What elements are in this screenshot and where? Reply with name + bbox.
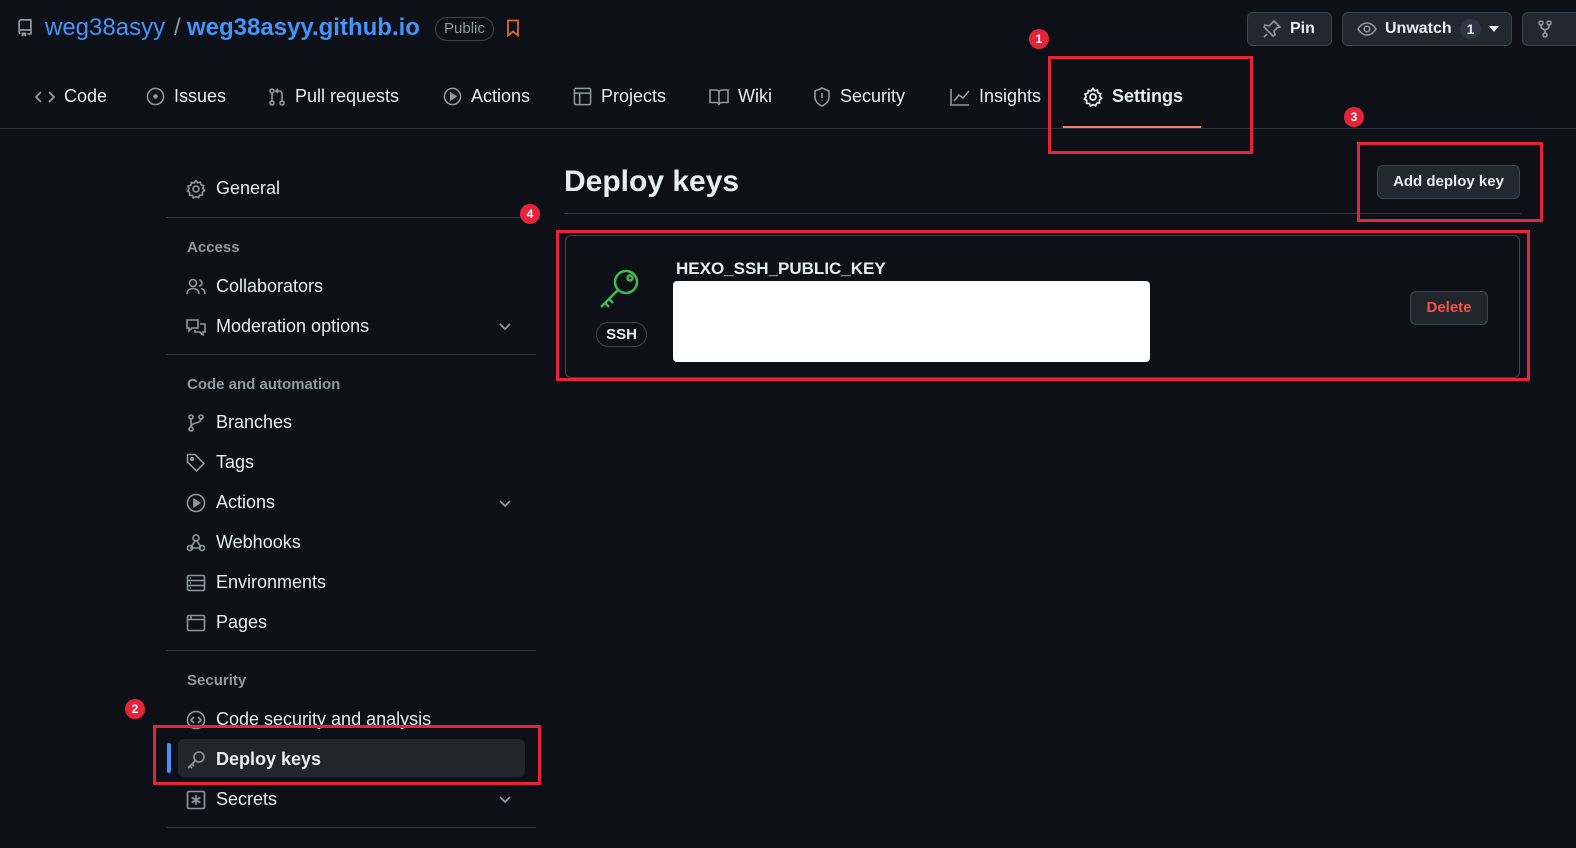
pull-request-icon <box>268 87 286 107</box>
sidebar-item-tags[interactable]: Tags <box>186 452 254 473</box>
sidebar-item-label: Actions <box>216 492 276 512</box>
comment-discussion-icon <box>186 318 206 336</box>
visibility-badge: Public <box>435 17 494 41</box>
pin-label: Pin <box>1290 20 1315 37</box>
unwatch-label: Unwatch <box>1385 20 1452 37</box>
annotation-marker-1: 1 <box>1029 29 1049 49</box>
sidebar-item-collaborators[interactable]: Collaborators <box>186 276 323 297</box>
eye-icon <box>1357 21 1377 37</box>
asterisk-icon <box>186 790 206 810</box>
tab-label: Insights <box>979 86 1042 106</box>
git-branch-icon <box>186 413 206 433</box>
tab-projects[interactable]: Projects <box>573 86 666 107</box>
sidebar-divider <box>166 217 536 218</box>
chevron-down-icon[interactable] <box>497 791 513 807</box>
sidebar-item-environments[interactable]: Environments <box>186 572 326 593</box>
sidebar-item-label: Environments <box>216 572 327 592</box>
sidebar-item-label: Branches <box>216 412 293 432</box>
sidebar-item-label: Secrets <box>216 789 278 809</box>
annotation-marker-2: 2 <box>125 699 145 719</box>
code-icon <box>35 89 55 105</box>
highlight-deploy-keys-item <box>153 725 541 785</box>
page-title: Deploy keys <box>564 165 740 198</box>
highlight-settings-tab <box>1048 56 1253 154</box>
annotation-marker-4: 4 <box>520 204 540 224</box>
play-icon <box>443 87 462 106</box>
repo-path-separator: / <box>174 14 181 41</box>
sidebar-item-label: Pages <box>216 612 268 632</box>
browser-icon <box>186 614 206 632</box>
server-icon <box>186 574 206 592</box>
sidebar-item-webhooks[interactable]: Webhooks <box>186 532 301 553</box>
book-icon <box>709 88 729 106</box>
sidebar-item-label: Webhooks <box>216 532 301 552</box>
tab-insights[interactable]: Insights <box>950 86 1041 107</box>
highlight-key-card <box>556 230 1530 381</box>
chevron-down-icon[interactable] <box>497 495 513 511</box>
sidebar-item-label: General <box>216 178 281 198</box>
sidebar-divider <box>166 354 536 355</box>
webhook-icon <box>186 533 206 553</box>
tab-label: Security <box>840 86 906 106</box>
sidebar-item-label: Moderation options <box>216 316 370 336</box>
highlight-add-key-button <box>1357 142 1543 222</box>
repo-icon <box>16 18 34 38</box>
tab-label: Projects <box>601 86 667 106</box>
sidebar-item-general[interactable]: General <box>186 178 280 199</box>
sidebar-item-label: Collaborators <box>216 276 324 296</box>
sidebar-item-moderation-options[interactable]: Moderation options <box>186 316 369 337</box>
triangle-down-icon <box>1489 26 1500 32</box>
tab-label: Pull requests <box>295 86 400 106</box>
play-icon <box>186 493 206 513</box>
graph-icon <box>950 88 970 106</box>
tab-label: Actions <box>471 86 531 106</box>
repo-owner-link[interactable]: weg38asyy <box>45 14 165 42</box>
bookmark-icon <box>506 19 520 37</box>
tab-pull-requests[interactable]: Pull requests <box>268 86 399 107</box>
sidebar-heading-code-automation: Code and automation <box>187 376 341 393</box>
pin-button[interactable]: Pin <box>1247 12 1332 46</box>
sidebar-item-branches[interactable]: Branches <box>186 412 292 433</box>
tab-label: Issues <box>174 86 227 106</box>
sidebar-divider <box>166 827 536 828</box>
tab-actions[interactable]: Actions <box>443 86 530 107</box>
table-icon <box>573 87 592 106</box>
watch-count: 1 <box>1459 19 1482 39</box>
tag-icon <box>186 453 206 473</box>
tab-security[interactable]: Security <box>813 86 905 107</box>
sidebar-heading-access: Access <box>187 239 240 256</box>
pin-icon <box>1262 19 1282 39</box>
gear-icon <box>186 178 206 199</box>
tab-label: Code <box>64 86 108 106</box>
people-icon <box>186 278 206 296</box>
tab-code[interactable]: Code <box>35 86 107 107</box>
fork-button[interactable] <box>1522 12 1576 46</box>
sidebar-heading-security: Security <box>187 672 247 689</box>
issue-icon <box>146 87 165 106</box>
sidebar-item-pages[interactable]: Pages <box>186 612 267 633</box>
fork-icon <box>1537 20 1553 38</box>
tab-issues[interactable]: Issues <box>146 86 226 107</box>
tab-wiki[interactable]: Wiki <box>709 86 772 107</box>
annotation-marker-3: 3 <box>1344 107 1364 127</box>
chevron-down-icon[interactable] <box>497 318 513 334</box>
repo-tabs: Code Issues Pull requests Actions Projec… <box>0 66 1576 129</box>
tab-label: Wiki <box>738 86 772 106</box>
sidebar-item-actions[interactable]: Actions <box>186 492 275 513</box>
shield-icon <box>813 86 831 107</box>
unwatch-button[interactable]: Unwatch 1 <box>1342 12 1512 46</box>
sidebar-divider <box>166 650 536 651</box>
repo-name-link[interactable]: weg38asyy.github.io <box>187 14 420 42</box>
sidebar-item-secrets[interactable]: Secrets <box>186 789 277 810</box>
sidebar-item-label: Tags <box>216 452 255 472</box>
